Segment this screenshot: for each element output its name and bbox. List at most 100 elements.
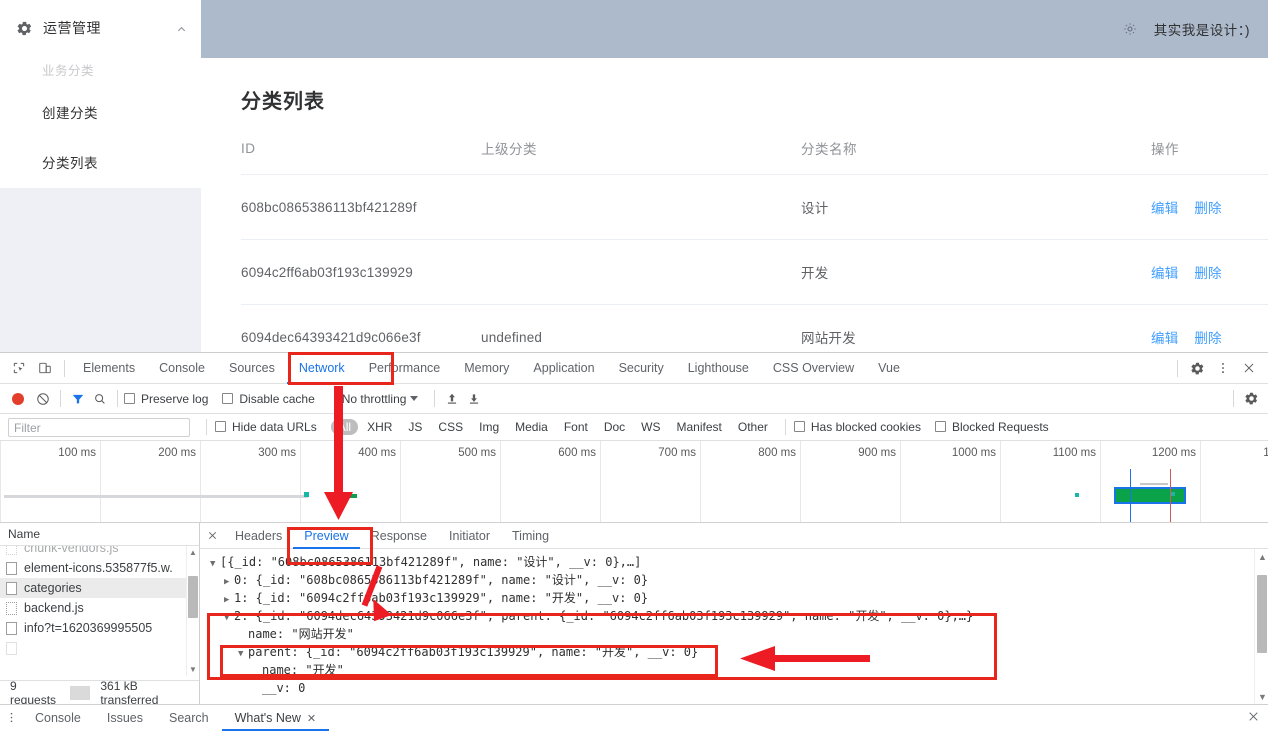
type-filter-manifest[interactable]: Manifest (670, 419, 729, 435)
disclosure-triangle-icon[interactable]: ▼ (210, 555, 220, 573)
request-list[interactable]: chunk-vendors.js element-icons.535877f5.… (0, 546, 199, 676)
sidebar-group-operations[interactable]: 运营管理 (0, 0, 201, 56)
type-filter-xhr[interactable]: XHR (360, 419, 399, 435)
sidebar-item-create-category[interactable]: 创建分类 (0, 92, 201, 136)
import-har-icon[interactable] (441, 388, 463, 410)
delete-button[interactable]: 删除 (1194, 201, 1221, 216)
tab-preview[interactable]: Preview (293, 523, 359, 549)
tab-lighthouse[interactable]: Lighthouse (676, 353, 761, 384)
tab-sources[interactable]: Sources (217, 353, 287, 384)
json-line[interactable]: __v: 0 (206, 679, 1268, 697)
type-filter-media[interactable]: Media (508, 419, 555, 435)
request-list-scrollbar[interactable]: ▲ ▼ (186, 546, 199, 676)
checkbox-box[interactable] (215, 421, 226, 432)
drawer-tab-search[interactable]: Search (156, 705, 222, 731)
json-line[interactable]: name: "开发" (206, 661, 1268, 679)
disclosure-triangle-icon[interactable]: ▼ (238, 645, 248, 663)
filter-icon[interactable] (67, 388, 89, 410)
record-button[interactable] (12, 392, 24, 405)
checkbox-box[interactable] (793, 421, 805, 432)
scrollbar-thumb[interactable] (188, 576, 198, 618)
user-label[interactable]: 其实我是设计：) (1154, 19, 1250, 39)
type-filter-js[interactable]: JS (401, 419, 429, 435)
drawer-tab-issues[interactable]: Issues (94, 705, 156, 731)
throttling-select[interactable]: No throttling (342, 392, 407, 406)
checkbox-box[interactable] (222, 392, 234, 404)
tab-memory[interactable]: Memory (452, 353, 521, 384)
type-filter-css[interactable]: CSS (431, 419, 470, 435)
blocked-requests-checkbox[interactable]: Blocked Requests (934, 420, 1049, 434)
gear-icon[interactable] (1184, 356, 1210, 380)
preview-scrollbar[interactable]: ▲ ▼ (1254, 549, 1268, 705)
json-line[interactable]: ▶ 0: {_id: "608bc0865386113bf421289f", na… (206, 571, 1268, 589)
preserve-log-checkbox[interactable]: Preserve log (124, 392, 208, 406)
preview-json-viewer[interactable]: ▼ [{_id: "608bc0865386113bf421289f", name… (200, 549, 1268, 697)
close-icon[interactable]: ✕ (307, 713, 316, 725)
tab-headers[interactable]: Headers (224, 523, 293, 549)
tab-response[interactable]: Response (360, 523, 438, 549)
json-line[interactable]: name: "网站开发" (206, 625, 1268, 643)
close-icon[interactable] (200, 530, 224, 541)
list-item[interactable]: backend.js (0, 598, 199, 618)
tab-elements[interactable]: Elements (71, 353, 147, 384)
sidebar-item-category-list[interactable]: 分类列表 (0, 142, 201, 186)
list-item[interactable]: chunk-vendors.js (0, 546, 199, 558)
search-icon[interactable] (89, 388, 111, 410)
type-filter-ws[interactable]: WS (634, 419, 667, 435)
delete-button[interactable]: 删除 (1194, 331, 1221, 346)
gear-icon[interactable] (1240, 388, 1262, 410)
hide-data-urls-checkbox[interactable]: Hide data URLs (215, 420, 317, 434)
type-filter-font[interactable]: Font (557, 419, 595, 435)
sidebar-item-business-category[interactable]: 业务分类 (0, 56, 201, 92)
drawer-tab-console[interactable]: Console (22, 705, 94, 731)
drawer-tab-whats-new[interactable]: What's New ✕ (222, 705, 330, 731)
edit-button[interactable]: 编辑 (1151, 266, 1178, 281)
more-vertical-icon[interactable] (1210, 356, 1236, 380)
delete-button[interactable]: 删除 (1194, 266, 1221, 281)
scroll-down-arrow-icon[interactable]: ▼ (1258, 692, 1267, 702)
type-filter-all[interactable]: All (330, 419, 359, 435)
edit-button[interactable]: 编辑 (1151, 201, 1178, 216)
more-vertical-icon[interactable] (0, 711, 22, 724)
clear-icon[interactable] (32, 388, 54, 410)
network-timeline-overview[interactable]: 100 ms 200 ms 300 ms 400 ms 500 ms 600 m… (0, 441, 1268, 523)
checkbox-box[interactable] (124, 392, 135, 404)
tab-application[interactable]: Application (521, 353, 606, 384)
disclosure-triangle-icon[interactable]: ▼ (224, 609, 234, 627)
json-line[interactable]: ▼ 2: {_id: "6094dec64393421d9c066e3f", pa… (206, 607, 1268, 625)
list-item[interactable]: info?t=1620369995505 (0, 618, 199, 638)
scroll-down-arrow-icon[interactable]: ▼ (189, 665, 197, 674)
checkbox-box[interactable] (934, 421, 946, 432)
list-item[interactable]: element-icons.535877f5.w. (0, 558, 199, 578)
tab-performance[interactable]: Performance (357, 353, 453, 384)
has-blocked-cookies-checkbox[interactable]: Has blocked cookies (793, 420, 921, 434)
filter-input[interactable]: Filter (8, 417, 190, 437)
export-har-icon[interactable] (463, 388, 485, 410)
tab-network[interactable]: Network (287, 353, 357, 384)
scrollbar-thumb[interactable] (1257, 575, 1267, 653)
close-icon[interactable] (1247, 710, 1268, 726)
disable-cache-checkbox[interactable]: Disable cache (222, 392, 315, 406)
gear-icon[interactable] (1122, 21, 1138, 37)
tab-console[interactable]: Console (147, 353, 217, 384)
tab-initiator[interactable]: Initiator (438, 523, 501, 549)
tab-css-overview[interactable]: CSS Overview (761, 353, 866, 384)
edit-button[interactable]: 编辑 (1151, 331, 1178, 346)
list-item[interactable] (0, 638, 199, 658)
tab-vue[interactable]: Vue (866, 353, 912, 384)
json-line[interactable]: ▼ [{_id: "608bc0865386113bf421289f", name… (206, 553, 1268, 571)
type-filter-other[interactable]: Other (731, 419, 775, 435)
json-line[interactable]: ▼ parent: {_id: "6094c2ff6ab03f193c139929… (206, 643, 1268, 661)
json-line[interactable]: ▶ 1: {_id: "6094c2ff6ab03f193c139929", na… (206, 589, 1268, 607)
scroll-up-arrow-icon[interactable]: ▲ (1258, 552, 1267, 562)
list-item-categories[interactable]: categories (0, 578, 199, 598)
inspect-element-icon[interactable] (6, 356, 32, 380)
device-toolbar-icon[interactable] (32, 356, 58, 380)
type-filter-img[interactable]: Img (472, 419, 506, 435)
chevron-up-icon[interactable] (176, 23, 187, 34)
timeline-selection[interactable] (1114, 487, 1186, 504)
type-filter-doc[interactable]: Doc (597, 419, 632, 435)
chevron-down-icon[interactable] (410, 396, 419, 401)
tab-security[interactable]: Security (607, 353, 676, 384)
close-icon[interactable] (1236, 356, 1262, 380)
